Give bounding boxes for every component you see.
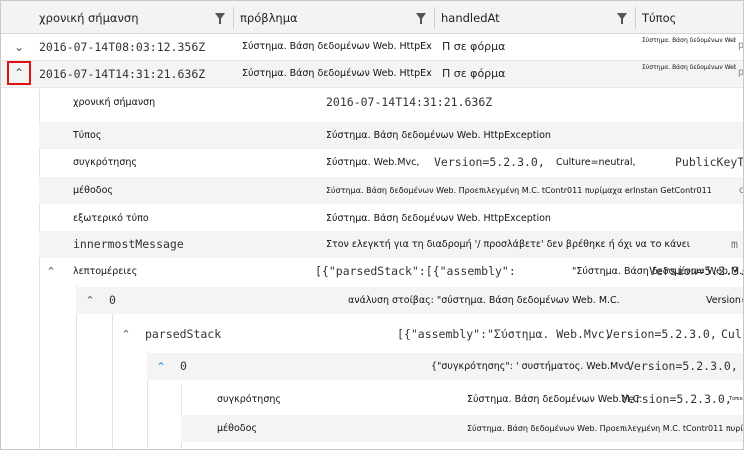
property-key: συγκρότησης — [73, 157, 137, 168]
filter-icon[interactable] — [416, 13, 426, 24]
property-value: Στον ελεγκτή για τη διαδρομή '/ προσλάβε… — [326, 239, 690, 250]
property-value-part: Version=5.2.3. — [649, 264, 744, 278]
property-value-part: Version=5. — [706, 295, 743, 306]
column-header-handledAt[interactable]: handledAt — [435, 1, 635, 33]
property-value: {"συγκρότησης": ' συστήματος. Web.Mvc, — [431, 361, 633, 372]
handledat-cell: Π σε φόρμα — [442, 67, 506, 80]
property-row-outer-type: εξωτερικό τύπο Σύστημα. Βάση δεδομένων W… — [39, 205, 743, 232]
type-cell-overflow: p — [738, 40, 744, 51]
property-value: Σύστημα. Βάση δεδομένων Web. HttpExcepti… — [326, 130, 551, 141]
type-cell: Σύστημα. Βάση δεδομένων Web. HttpExcepti… — [642, 64, 736, 71]
property-key: μέθοδος — [73, 185, 114, 196]
property-value: [{"assembly":"Σύστημα. Web.Mvc, — [397, 327, 612, 341]
problem-cell: Σύστημα. Βάση δεδομένων Web. HttpExcepti… — [242, 68, 432, 79]
chevron-up-icon[interactable]: ⌃ — [78, 289, 102, 313]
property-key: 0 — [109, 293, 116, 307]
property-value-part: Cul — [721, 327, 742, 341]
chevron-down-icon[interactable]: ⌄ — [7, 35, 31, 59]
property-row-method: μέθοδος Σύστημα. Βάση δεδομένων Web. Προ… — [39, 177, 744, 204]
property-row-details[interactable]: ⌃ λεπτομέρειες [{"parsedStack":[{"assemb… — [39, 258, 744, 285]
chevron-up-icon[interactable]: ⌃ — [114, 323, 138, 347]
type-cell: Σύστημα. Βάση δεδομένων Web. HttpExcepti… — [642, 37, 736, 44]
property-value: Σύστημα. Βάση δεδομένων Web. Προεπιλεγμέ… — [467, 424, 744, 433]
column-header-problem[interactable]: πρόβλημα — [234, 1, 434, 33]
table-row[interactable]: ⌄ 2016-07-14T08:03:12.356Z Σύστημα. Βάση… — [1, 34, 744, 61]
handledat-cell: Π σε φόρμα — [442, 40, 506, 53]
column-label: Τύπος — [642, 11, 677, 25]
chevron-up-icon[interactable]: ⌃ — [39, 260, 63, 284]
property-key: εξωτερικό τύπο — [73, 213, 149, 224]
column-label: χρονική σήμανση — [39, 11, 139, 25]
chevron-up-icon[interactable]: ⌃ — [7, 61, 31, 85]
property-key: Τύπος — [73, 130, 102, 141]
property-row-assembly: συγκρότησης Σύστημα. Web.Mvc, Version=5.… — [39, 149, 744, 176]
property-row-parsed-stack[interactable]: ⌃ parsedStack [{"assembly":"Σύστημα. Web… — [112, 321, 743, 348]
property-row-type: Τύπος Σύστημα. Βάση δεδομένων Web. HttpE… — [39, 122, 743, 149]
property-value: 2016-07-14T14:31:21.636Z — [326, 95, 493, 109]
property-value-part: Version=5.2.3.0, — [606, 327, 717, 341]
property-key: innermostMessage — [73, 237, 184, 251]
property-value-part: Version=5.2.3.0, — [627, 359, 738, 373]
property-key: λεπτομέρειες — [73, 266, 138, 277]
property-value-part: Version=5.2.3.0, — [434, 155, 545, 169]
property-key: 0 — [180, 359, 187, 373]
property-row-timestamp: χρονική σήμανση 2016-07-14T14:31:21.636Z — [39, 89, 743, 116]
property-value-part: PublicKeyT — [675, 155, 744, 169]
property-value-part: Version=5.2.3.0, — [621, 392, 732, 406]
type-cell-overflow: p — [738, 67, 744, 78]
column-label: πρόβλημα — [240, 11, 298, 25]
results-grid: χρονική σήμανση πρόβλημα handledAt Τύπος… — [0, 0, 744, 450]
property-value-part: Culture=neutral, — [556, 157, 636, 168]
property-value-overflow: c — [739, 185, 744, 196]
property-value-part: Τοπικός ρυθμίσεις — [729, 396, 743, 402]
property-row-frame-method: μέθοδος Σύστημα. Βάση δεδομένων Web. Προ… — [181, 415, 744, 442]
problem-cell: Σύστημα. Βάση δεδομένων Web. HttpExcepti… — [242, 41, 432, 52]
property-value-overflow: m — [731, 237, 738, 251]
property-value: Σύστημα. Βάση δεδομένων Web. Προεπιλεγμέ… — [326, 186, 712, 195]
property-value: Σύστημα. Βάση δεδομένων Web.M.C. — [467, 394, 643, 405]
property-value: Σύστημα. Web.Mvc, — [326, 157, 420, 168]
property-key: συγκρότησης — [217, 394, 281, 405]
property-key: μέθοδος — [217, 423, 258, 434]
property-value: Σύστημα. Βάση δεδομένων Web. HttpExcepti… — [326, 213, 551, 224]
property-value: ανάλυση στοίβας: "σύστημα. Βάση δεδομένω… — [348, 295, 620, 306]
property-row-frame-assembly: συγκρότησης Σύστημα. Βάση δεδομένων Web.… — [181, 386, 743, 413]
property-value: [{"parsedStack":[{"assembly": — [315, 264, 516, 278]
filter-icon[interactable] — [215, 13, 225, 24]
grid-header: χρονική σήμανση πρόβλημα handledAt Τύπος — [1, 1, 743, 34]
property-key: parsedStack — [145, 327, 222, 341]
column-header-timestamp[interactable]: χρονική σήμανση — [33, 1, 233, 33]
table-row-selected[interactable]: ⌃ 2016-07-14T14:31:21.636Z Σύστημα. Βάση… — [1, 61, 744, 88]
chevron-up-icon[interactable]: ⌃ — [149, 355, 173, 379]
property-row-innermost-message: innermostMessage Στον ελεγκτή για τη δια… — [39, 231, 743, 258]
column-label: handledAt — [441, 11, 500, 25]
timestamp-cell: 2016-07-14T08:03:12.356Z — [39, 40, 206, 54]
filter-icon[interactable] — [617, 13, 627, 24]
property-row-item-0[interactable]: ⌃ 0 ανάλυση στοίβας: "σύστημα. Βάση δεδο… — [76, 287, 743, 314]
timestamp-cell: 2016-07-14T14:31:21.636Z — [39, 67, 206, 81]
property-row-stack-0[interactable]: ⌃ 0 {"συγκρότησης": ' συστήματος. Web.Mv… — [147, 353, 743, 380]
property-key: χρονική σήμανση — [73, 97, 156, 108]
